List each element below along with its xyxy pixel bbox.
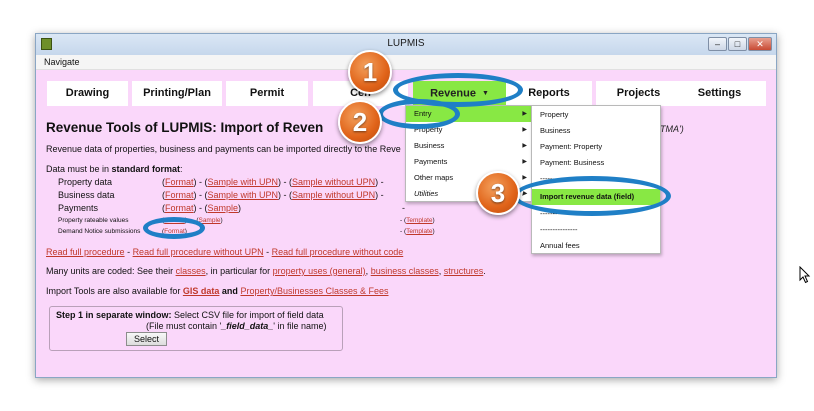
row-property-label: Property data — [58, 177, 113, 187]
maximize-button[interactable]: □ — [728, 37, 747, 51]
import-tools-text: Import Tools are also available for GIS … — [46, 286, 389, 296]
read-nocode-link[interactable]: Read full procedure without code — [272, 247, 404, 257]
step-rest: Select CSV file for import of field data — [171, 310, 324, 320]
window-title: LUPMIS — [387, 38, 425, 49]
menu-item-business-label: Business — [414, 141, 445, 150]
row-property-links: (Format) - (Sample with UPN) - (Sample w… — [162, 177, 384, 187]
demand-template-link[interactable]: Template — [406, 228, 432, 235]
classes-fees-link[interactable]: Property/Businesses Classes & Fees — [240, 286, 388, 296]
menu-bar: Navigate — [36, 55, 776, 70]
property-sample-noupn-link[interactable]: Sample without UPN — [292, 177, 375, 187]
row-payments-links: (Format) - (Sample) — [162, 203, 242, 213]
callout-badge-1: 1 — [348, 50, 392, 94]
step-line2-post: ' in file name) — [273, 321, 327, 331]
menu-navigate[interactable]: Navigate — [44, 57, 80, 67]
minimize-button[interactable]: – — [708, 37, 727, 51]
step-box: Step 1 in separate window: Select CSV fi… — [49, 306, 343, 351]
intro-text: Revenue data of properties, business and… — [46, 144, 401, 154]
callout-ring-2 — [378, 99, 460, 129]
callout-ring-4 — [143, 217, 205, 239]
payments-format-link[interactable]: Format — [165, 203, 194, 213]
structures-link[interactable]: structures — [444, 266, 484, 276]
menu-item-utilities-label: Utilities — [414, 189, 439, 198]
nav-permit[interactable]: Permit — [226, 81, 308, 106]
submenu-arrow-icon: ▶ — [522, 143, 527, 149]
format-suffix: : — [180, 164, 183, 174]
property-uses-link[interactable]: property uses (general) — [273, 266, 366, 276]
step-bold: Step 1 in separate window: — [56, 310, 172, 320]
business-classes-link[interactable]: business classes — [371, 266, 439, 276]
business-sample-noupn-link[interactable]: Sample without UPN — [292, 190, 375, 200]
select-button[interactable]: Select — [126, 332, 167, 346]
business-sample-upn-link[interactable]: Sample with UPN — [208, 190, 279, 200]
coded-mid: , in particular for — [205, 266, 273, 276]
submenu-item-payment-property[interactable]: Payment: Property — [532, 139, 660, 155]
nav-projects[interactable]: Projects — [596, 81, 681, 106]
submenu-arrow-icon: ▶ — [522, 111, 527, 117]
payments-sample-link[interactable]: Sample — [208, 203, 239, 213]
import-prefix: Import Tools are also available for — [46, 286, 183, 296]
menu-item-payments-label: Payments — [414, 157, 448, 166]
procedure-links: Read full procedure - Read full procedur… — [46, 247, 404, 257]
format-bold: standard format — [111, 164, 181, 174]
callout-ring-3 — [513, 176, 671, 216]
classes-link[interactable]: classes — [176, 266, 206, 276]
submenu-arrow-icon: ▶ — [522, 127, 527, 133]
gis-data-link[interactable]: GIS data — [183, 286, 220, 296]
rateable-template: - (Template) — [400, 217, 435, 224]
row-payments-label: Payments — [58, 203, 99, 213]
title-bar: LUPMIS – □ ✕ — [36, 34, 776, 55]
page-title: Revenue Tools of LUPMIS: Import of Reven — [46, 120, 324, 135]
property-sample-upn-link[interactable]: Sample with UPN — [208, 177, 279, 187]
step-line-1: Step 1 in separate window: Select CSV fi… — [56, 310, 324, 320]
nav-settings[interactable]: Settings — [673, 81, 766, 106]
payments-tail: - — [402, 203, 405, 213]
rateable-template-link[interactable]: Template — [406, 217, 432, 224]
property-tail: - — [380, 177, 384, 187]
format-heading: Data must be in standard format: — [46, 164, 183, 174]
nav-printing-plan[interactable]: Printing/Plan — [132, 81, 222, 106]
business-format-link[interactable]: Format — [165, 190, 194, 200]
row-business-links: (Format) - (Sample with UPN) - (Sample w… — [162, 190, 384, 200]
submenu-item-property[interactable]: Property — [532, 107, 660, 123]
callout-badge-2: 2 — [338, 100, 382, 144]
read-noupn-link[interactable]: Read full procedure without UPN — [133, 247, 264, 257]
submenu-item-annual-fees[interactable]: Annual fees — [532, 238, 660, 254]
menu-item-payments[interactable]: Payments ▶ — [406, 154, 531, 170]
menu-item-business[interactable]: Business ▶ — [406, 138, 531, 154]
step-line-2: (File must contain '_field_data_' in fil… — [146, 321, 327, 331]
step-line2-bold: _field_data_ — [221, 321, 274, 331]
submenu-arrow-icon: ▶ — [522, 159, 527, 165]
submenu-item-payment-business[interactable]: Payment: Business — [532, 155, 660, 171]
mouse-cursor-icon — [799, 266, 811, 284]
nav-drawing[interactable]: Drawing — [47, 81, 128, 106]
step-line2-pre: (File must contain ' — [146, 321, 222, 331]
close-button[interactable]: ✕ — [748, 37, 772, 51]
coded-prefix: Many units are coded: See their — [46, 266, 176, 276]
row-business-label: Business data — [58, 190, 115, 200]
coded-text: Many units are coded: See their classes,… — [46, 266, 486, 276]
read-full-link[interactable]: Read full procedure — [46, 247, 125, 257]
callout-badge-3: 3 — [476, 171, 520, 215]
submenu-separator: --------------- — [540, 225, 578, 234]
business-tail: - — [380, 190, 384, 200]
demand-template: - (Template) — [400, 228, 435, 235]
format-prefix: Data must be in — [46, 164, 112, 174]
import-and: and — [219, 286, 241, 296]
submenu-item-business[interactable]: Business — [532, 123, 660, 139]
menu-item-other-maps-label: Other maps — [414, 173, 454, 182]
row-rateable-label: Property rateable values — [58, 217, 129, 224]
property-format-link[interactable]: Format — [165, 177, 194, 187]
row-demand-label: Demand Notice submissions — [58, 228, 141, 235]
